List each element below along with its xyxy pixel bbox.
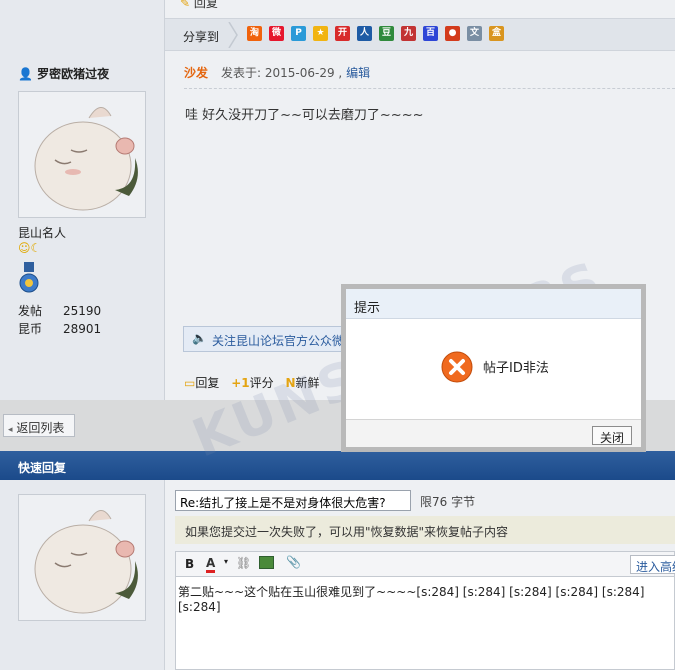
share-bar: 分享到 淘微 P ★ 开人豆九百 ● 文盒 — [165, 18, 675, 51]
bold-icon[interactable]: B — [185, 557, 194, 571]
font-color-icon[interactable]: A — [206, 556, 216, 573]
rate-button[interactable]: +1评分 — [231, 374, 273, 391]
post-floor-label: 沙发 — [184, 66, 209, 80]
douban-icon[interactable]: 豆 — [379, 26, 394, 41]
title-limit-hint: 限76 字节 — [420, 495, 476, 509]
quick-reply-header: 快速回复 — [0, 451, 675, 480]
top-reply-link[interactable]: ✎ 回复 — [180, 0, 218, 11]
restore-notice: 如果您提交过一次失败了，可以用"恢复数据"来恢复帖子内容 — [175, 516, 675, 544]
image-icon[interactable] — [259, 556, 274, 569]
reply-title-input[interactable] — [175, 490, 411, 511]
post-actions: ▭回复 +1评分 N新鲜 — [184, 374, 328, 391]
wechat-notice-link[interactable]: 🔈 关注昆山论坛官方公众微 — [183, 326, 343, 352]
taobao-icon[interactable]: 淘 — [247, 26, 262, 41]
tencent-weibo-icon[interactable]: P — [291, 26, 306, 41]
post-body: 哇 好久没开刀了~~可以去磨刀了~~~~ — [185, 108, 424, 123]
pig-avatar-icon — [34, 510, 138, 614]
post-divider — [184, 88, 675, 89]
qzone-icon[interactable]: ★ — [313, 26, 328, 41]
weibo-icon[interactable]: 微 — [269, 26, 284, 41]
plus-one-icon: +1 — [231, 376, 250, 390]
editor-toolbar: B A ▾ ⛓ 📎 — [175, 551, 675, 576]
reply-editor[interactable]: 第二贴~~~这个贴在玉山很难见到了~~~~[s:284] [s:284] [s:… — [175, 576, 675, 670]
dialog-message: 帖子ID非法 — [483, 361, 549, 376]
user-rank-title: 昆山名人 ☺☾ — [18, 226, 67, 255]
baidu-icon[interactable]: 百 — [423, 26, 438, 41]
advanced-mode-button[interactable]: 进入高级 — [630, 555, 675, 574]
coins-count: 28901 — [63, 322, 102, 336]
alert-dialog: 提示 帖子ID非法 关闭 — [341, 284, 646, 452]
rank-stars-icon: ☺☾ — [18, 241, 42, 255]
apple-icon[interactable]: ● — [445, 26, 460, 41]
chevron-separator-icon — [228, 22, 238, 48]
post-meta: 发表于: 2015-06-29 , 编辑 — [221, 66, 371, 80]
medal-icon[interactable] — [19, 262, 39, 297]
back-arrow-icon: ◂ — [8, 425, 13, 435]
kaixin-icon[interactable]: 开 — [335, 26, 350, 41]
renren-icon[interactable]: 人 — [357, 26, 372, 41]
author-avatar[interactable] — [18, 91, 146, 218]
reply-icon: ▭ — [184, 376, 196, 390]
edit-link[interactable]: 编辑 — [346, 66, 370, 80]
author-name[interactable]: 👤 罗密欧猪过夜 — [18, 65, 109, 82]
error-icon — [441, 351, 473, 383]
doc-icon[interactable]: 文 — [467, 26, 482, 41]
speaker-icon: 🔈 — [192, 331, 207, 345]
author-stats: 发帖 25190 昆币 28901 — [18, 302, 102, 336]
dialog-title: 提示 — [346, 289, 641, 319]
share-label: 分享到 — [183, 30, 220, 44]
user-icon: 👤 — [18, 67, 33, 81]
douban9-icon[interactable]: 九 — [401, 26, 416, 41]
dropdown-arrow-icon[interactable]: ▾ — [224, 557, 228, 566]
new-button[interactable]: N新鲜 — [285, 374, 319, 391]
reply-button[interactable]: ▭回复 — [184, 374, 219, 391]
attachment-icon[interactable]: 📎 — [286, 555, 301, 569]
box-icon[interactable]: 盒 — [489, 26, 504, 41]
my-avatar — [18, 494, 146, 621]
new-icon: N — [285, 376, 296, 390]
dialog-close-button[interactable]: 关闭 — [592, 426, 632, 445]
back-to-list-button[interactable]: ◂ 返回列表 — [3, 414, 75, 437]
dialog-footer: 关闭 — [346, 419, 641, 447]
pig-avatar-icon — [34, 107, 138, 211]
posts-count[interactable]: 25190 — [63, 302, 101, 320]
link-icon[interactable]: ⛓ — [236, 556, 251, 570]
reply-icon: ✎ — [180, 0, 191, 10]
